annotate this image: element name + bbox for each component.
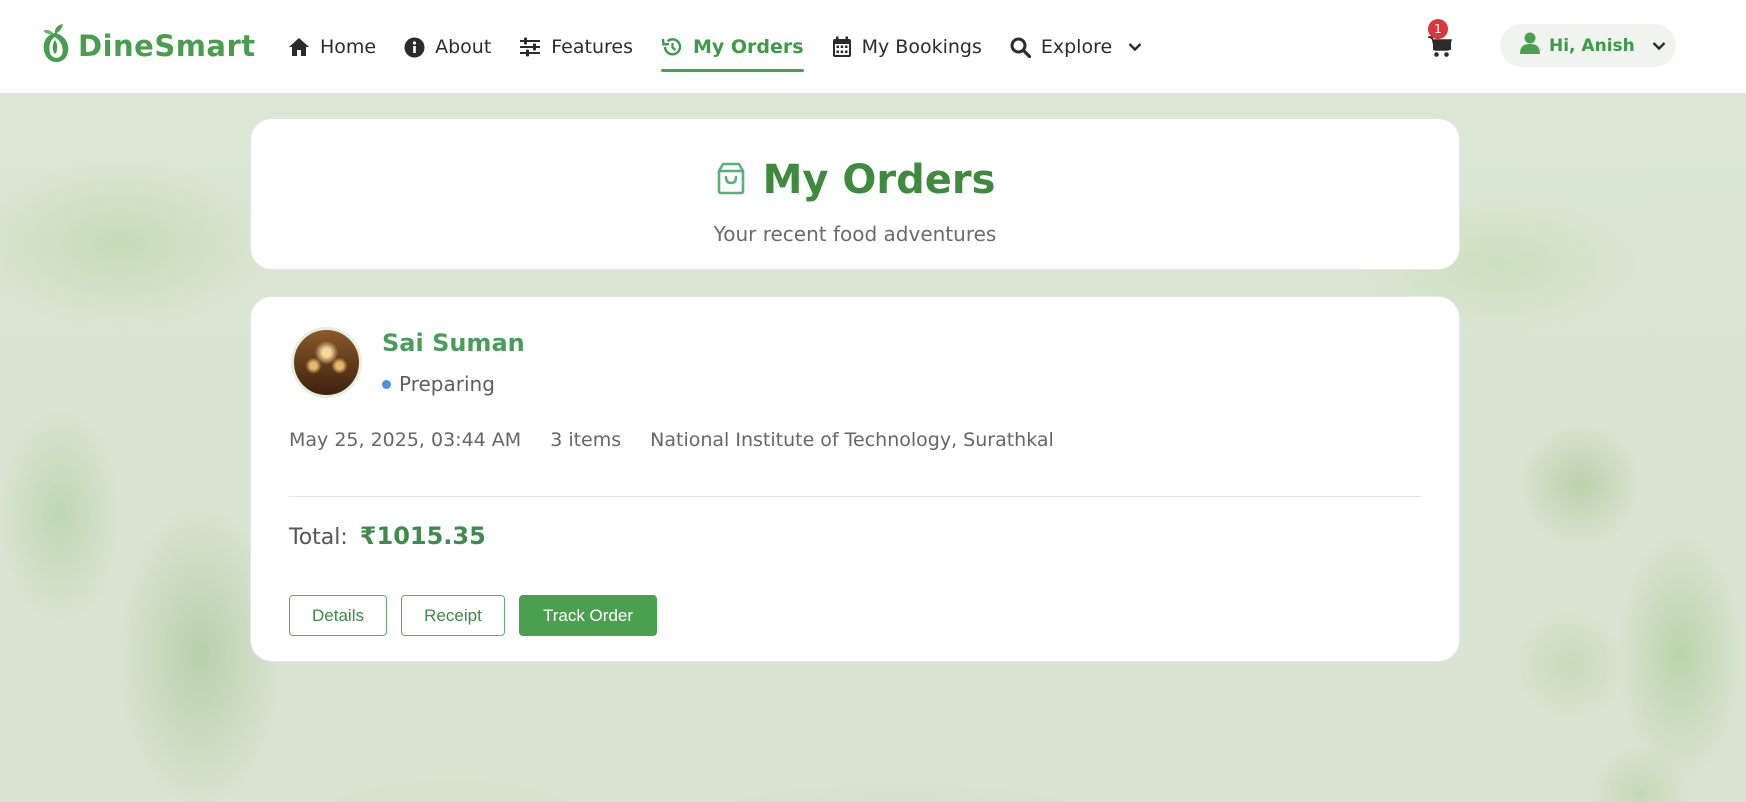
nav-label-my-orders: My Orders: [693, 36, 804, 58]
chevron-down-icon: [1128, 42, 1142, 52]
chevron-down-icon: [1652, 36, 1666, 56]
page-title-row: My Orders: [251, 157, 1459, 203]
page-subtitle: Your recent food adventures: [713, 222, 997, 246]
leaf-logo-icon: [38, 23, 72, 69]
nav-item-my-orders[interactable]: My Orders: [647, 0, 818, 94]
total-value: ₹1015.35: [359, 522, 486, 550]
order-status: Preparing: [382, 372, 495, 396]
orders-header-card: My Orders Your recent food adventures: [250, 118, 1460, 270]
order-date: May 25, 2025, 03:44 AM: [289, 429, 522, 451]
divider: [289, 496, 1421, 497]
nav-item-features[interactable]: Features: [505, 0, 647, 94]
nav-item-home[interactable]: Home: [288, 0, 390, 94]
restaurant-name: Sai Suman: [382, 329, 525, 357]
order-actions: Details Receipt Track Order: [289, 595, 657, 636]
history-icon: [661, 36, 683, 58]
order-total: Total: ₹1015.35: [289, 522, 486, 550]
status-dot-icon: [382, 379, 391, 389]
nav-item-my-bookings[interactable]: My Bookings: [818, 0, 996, 94]
calendar-icon: [832, 36, 852, 58]
main-nav: Home About Features My Orders My Booking…: [288, 0, 1156, 94]
user-icon: [1520, 32, 1540, 59]
order-location: National Institute of Technology, Surath…: [650, 429, 1054, 451]
brand-logo[interactable]: DineSmart: [38, 24, 256, 68]
details-button[interactable]: Details: [289, 595, 387, 636]
nav-label-about: About: [435, 36, 492, 58]
page-title: My Orders: [762, 157, 996, 203]
brand-name: DineSmart: [78, 29, 256, 63]
nav-label-explore: Explore: [1040, 36, 1113, 58]
shopping-bag-icon: [715, 161, 747, 199]
info-icon: [404, 37, 425, 58]
user-greeting: Hi, Anish: [1549, 35, 1635, 56]
navbar: DineSmart Home About Features My Orders …: [0, 0, 1746, 94]
cart-count-badge: 1: [1428, 19, 1448, 39]
search-icon: [1010, 37, 1031, 58]
nav-label-features: Features: [551, 36, 633, 58]
receipt-button[interactable]: Receipt: [401, 595, 505, 636]
nav-label-home: Home: [320, 36, 377, 58]
status-label: Preparing: [399, 372, 495, 396]
restaurant-avatar: [291, 327, 362, 398]
home-icon: [288, 37, 310, 57]
total-label: Total:: [289, 525, 348, 550]
nav-item-explore[interactable]: Explore: [996, 0, 1156, 94]
nav-label-my-bookings: My Bookings: [861, 36, 982, 58]
user-menu-button[interactable]: Hi, Anish: [1500, 24, 1676, 67]
order-card: Sai Suman Preparing May 25, 2025, 03:44 …: [250, 296, 1460, 662]
sliders-icon: [519, 37, 541, 57]
order-item-count: 3 items: [550, 429, 622, 451]
nav-item-about[interactable]: About: [390, 0, 505, 94]
order-meta: May 25, 2025, 03:44 AM 3 items National …: [289, 429, 1054, 451]
track-order-button[interactable]: Track Order: [519, 595, 657, 636]
